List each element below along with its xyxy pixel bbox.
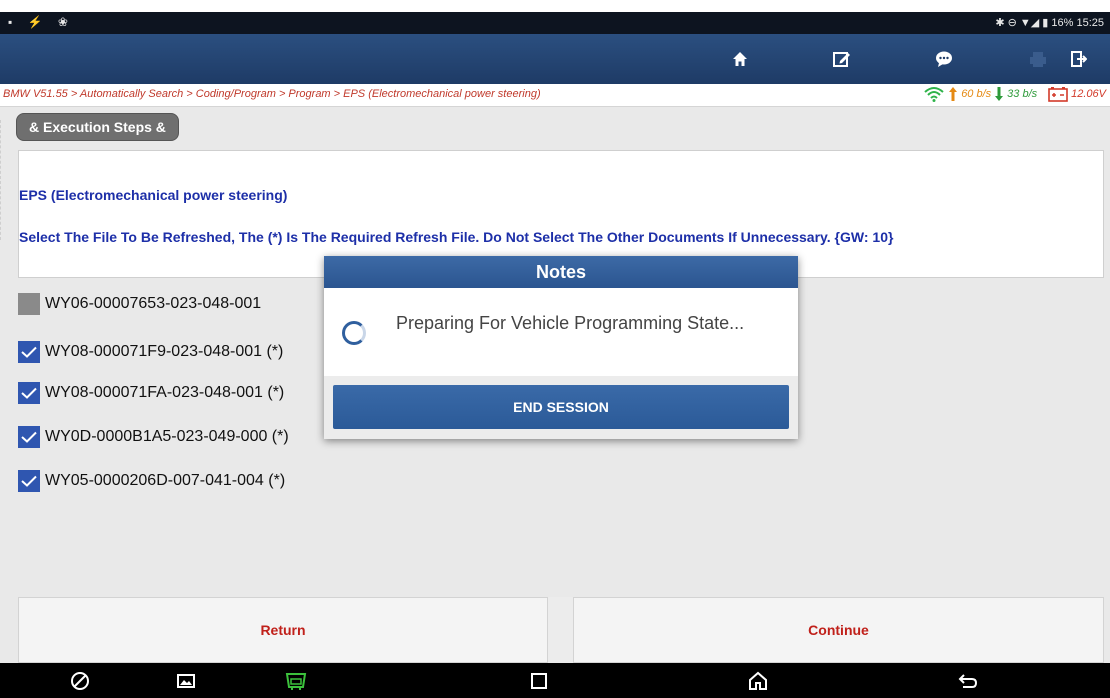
home-icon: [733, 52, 747, 66]
download-rate: 33 b/s: [1007, 88, 1038, 100]
vci-button[interactable]: [282, 668, 310, 694]
file-label: WY06-00007653-023-048-001: [45, 295, 262, 312]
file-label: WY05-0000206D-007-041-004 (*): [45, 472, 286, 489]
chat-button[interactable]: [916, 34, 972, 84]
home-outline-icon: [749, 671, 767, 690]
browser-button[interactable]: [66, 668, 94, 694]
file-label: WY08-000071F9-023-048-001 (*): [45, 343, 284, 360]
dialog-title: Notes: [324, 256, 798, 288]
file-label: WY08-000071FA-023-048-001 (*): [45, 384, 285, 401]
file-item[interactable]: WY08-000071F9-023-048-001 (*): [18, 339, 283, 365]
checkbox[interactable]: [18, 341, 40, 363]
dialog-message: Preparing For Vehicle Programming State.…: [396, 313, 745, 333]
file-item[interactable]: WY05-0000206D-007-041-004 (*): [18, 468, 285, 494]
status-bar: ▪ ⚡ ❀ ✱ ⊖ ▼◢ ▮ 16% 15:25: [0, 12, 1110, 34]
status-left-icons: ▪ ⚡ ❀: [8, 15, 74, 29]
loading-spinner-icon: [342, 321, 366, 345]
android-nav-bar: [0, 663, 1110, 698]
module-title: EPS (Electromechanical power steering): [19, 187, 288, 203]
browser-icon: [71, 672, 89, 690]
network-stats: 60 b/s 33 b/s 12.06V: [923, 86, 1106, 102]
gallery-button[interactable]: [172, 668, 200, 694]
bottom-action-bar: Return Continue: [18, 597, 1104, 663]
chat-icon: [936, 51, 952, 67]
checkbox[interactable]: [18, 470, 40, 492]
battery-icon: [1048, 87, 1068, 102]
instruction-text: Select The File To Be Refreshed, The (*)…: [19, 229, 894, 245]
battery-voltage: 12.06V: [1071, 88, 1106, 100]
file-label: WY0D-0000B1A5-023-049-000 (*): [45, 428, 289, 445]
checkmark-icon: [21, 387, 37, 399]
vci-icon: [285, 673, 307, 690]
home-nav-button[interactable]: [744, 668, 772, 694]
toolbar: [0, 34, 1110, 84]
file-item[interactable]: WY08-000071FA-023-048-001 (*): [18, 380, 284, 406]
checkmark-icon: [21, 346, 37, 358]
recents-button[interactable]: [525, 668, 553, 694]
back-icon: [958, 674, 978, 688]
file-item[interactable]: WY0D-0000B1A5-023-049-000 (*): [18, 424, 289, 450]
exit-icon: [1071, 51, 1087, 67]
checkmark-icon: [21, 431, 37, 443]
execution-steps-button[interactable]: & Execution Steps &: [16, 113, 179, 141]
home-button[interactable]: [712, 34, 768, 84]
gallery-icon: [177, 674, 195, 688]
watermark-line: [0, 120, 15, 240]
top-strip: [0, 0, 1110, 12]
return-button[interactable]: Return: [18, 597, 548, 663]
edit-icon: [833, 52, 850, 67]
breadcrumb-bar: BMW V51.55 > Automatically Search > Codi…: [0, 84, 1110, 107]
checkmark-icon: [21, 475, 37, 487]
dialog-footer: END SESSION: [324, 376, 798, 439]
checkbox[interactable]: [18, 293, 40, 315]
exit-button[interactable]: [1050, 34, 1106, 84]
edit-button[interactable]: [814, 34, 870, 84]
checkbox[interactable]: [18, 426, 40, 448]
wifi-icon: [924, 87, 944, 102]
print-icon: [1030, 52, 1046, 67]
upload-rate: 60 b/s: [961, 88, 992, 100]
continue-button[interactable]: Continue: [573, 597, 1104, 663]
checkbox[interactable]: [18, 382, 40, 404]
file-item[interactable]: WY06-00007653-023-048-001: [18, 291, 261, 317]
end-session-button[interactable]: END SESSION: [333, 385, 789, 429]
download-arrow-icon: [995, 87, 1004, 101]
upload-arrow-icon: [949, 87, 958, 101]
back-button[interactable]: [954, 668, 982, 694]
status-right-info: ✱ ⊖ ▼◢ ▮ 16% 15:25: [995, 17, 1104, 29]
breadcrumb: BMW V51.55 > Automatically Search > Codi…: [3, 88, 541, 100]
notes-dialog: Notes Preparing For Vehicle Programming …: [324, 256, 798, 439]
recents-icon: [531, 673, 547, 689]
